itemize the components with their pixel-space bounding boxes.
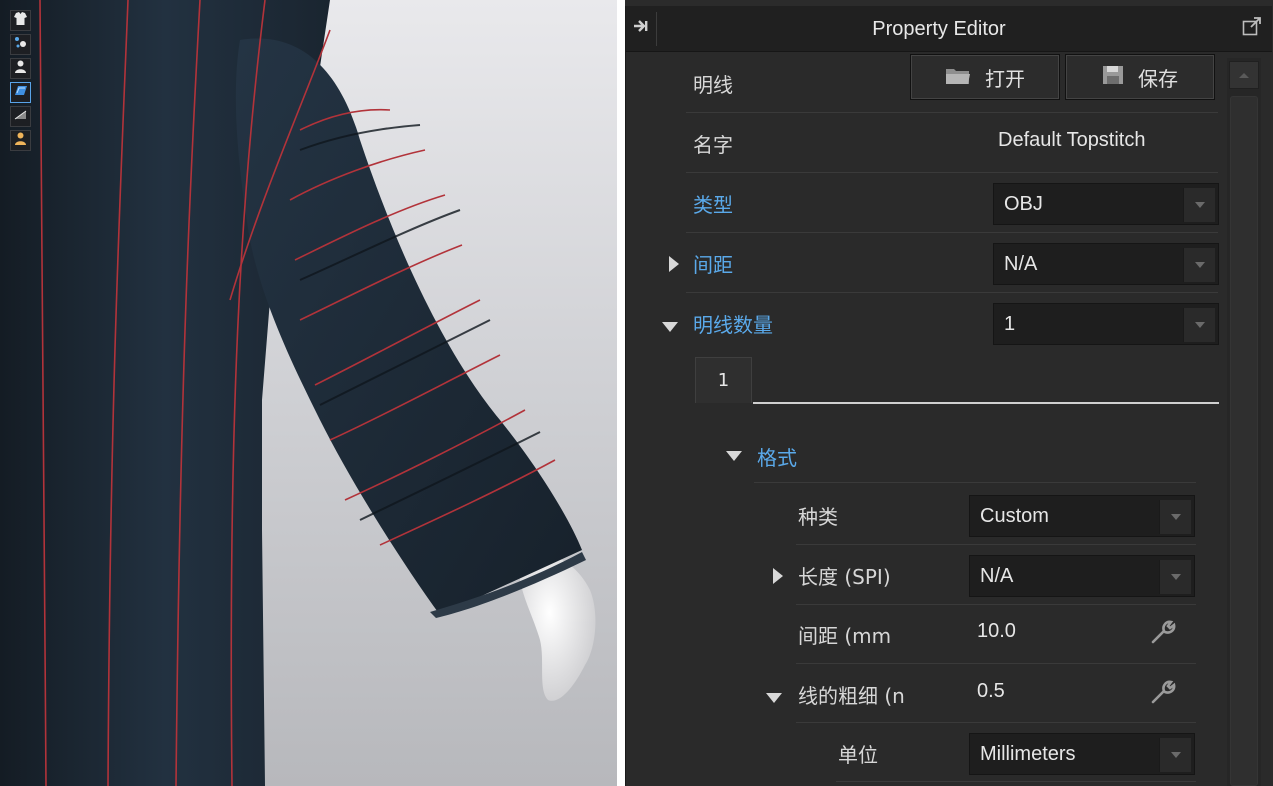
unit-value: Millimeters [980,743,1076,765]
wrench-icon[interactable] [1150,619,1176,649]
floppy-disk-icon [1102,65,1124,90]
chevron-down-icon [1159,738,1191,772]
row-divider [796,544,1196,545]
row-divider [686,112,1218,113]
popout-icon[interactable] [1242,16,1262,40]
chevron-down-icon [1159,500,1191,534]
thread-thickness-value[interactable]: 0.5 [977,680,1005,703]
row-divider [686,172,1218,173]
row-divider [686,232,1218,233]
open-button[interactable]: 打开 [910,54,1060,100]
row-divider [686,292,1218,293]
scroll-up-button[interactable] [1229,61,1259,89]
type-value: OBJ [1004,193,1043,215]
name-label: 名字 [693,133,733,157]
kind-value: Custom [980,505,1049,527]
chevron-down-icon [1183,188,1215,222]
row-divider [796,722,1196,723]
spacing-dropdown[interactable]: N/A [993,243,1219,285]
panel-title: Property Editor [872,18,1006,40]
texture-surface-icon [13,83,28,102]
spacing-value: N/A [1004,253,1038,275]
section-label: 明线 [693,73,733,97]
wrench-icon[interactable] [1150,679,1176,709]
gap-label: 间距 (mm [798,624,892,648]
save-button-label: 保存 [1138,66,1178,91]
avatar-points-icon [13,35,28,54]
wireframe-button[interactable] [10,106,31,127]
length-dropdown[interactable]: N/A [969,555,1195,597]
topstitch-count-value: 1 [1004,313,1016,335]
collapse-arrow-icon[interactable] [726,447,742,466]
kind-dropdown[interactable]: Custom [969,495,1195,537]
type-label: 类型 [693,193,733,217]
3d-viewport[interactable] [0,0,617,786]
chevron-down-icon [1183,248,1215,282]
skin-avatar-button[interactable] [10,130,31,151]
folder-icon [945,65,971,90]
garment-icon [13,11,28,30]
row-divider [754,482,1196,483]
length-label: 长度 (SPI) [798,565,891,589]
unit-label: 单位 [838,743,878,767]
viewport-toolbar [10,10,32,151]
row-divider [836,781,1196,782]
expand-arrow-icon[interactable] [772,568,784,588]
row-divider [796,663,1196,664]
scroll-thumb[interactable] [1230,96,1258,786]
wireframe-icon [13,107,28,126]
unit-dropdown[interactable]: Millimeters [969,733,1195,775]
spacing-label: 间距 [693,253,733,277]
chevron-down-icon [1183,308,1215,342]
avatar-display-button[interactable] [10,58,31,79]
garment-render [0,0,596,786]
thread-thickness-label: 线的粗细 (n [798,684,905,708]
chevron-down-icon [1159,560,1191,594]
tab-underline [753,402,1219,404]
skin-avatar-icon [13,131,28,150]
name-value[interactable]: Default Topstitch [998,129,1146,152]
collapse-arrow-icon[interactable] [766,689,782,708]
open-button-label: 打开 [985,66,1025,91]
texture-surface-button[interactable] [10,82,31,103]
property-editor-body: Property Editor 明线 打开 保存 名字 Default Tops… [625,6,1272,786]
save-button[interactable]: 保存 [1065,54,1215,100]
expand-arrow-icon[interactable] [668,256,680,276]
collapse-arrow-icon[interactable] [662,318,678,337]
avatar-icon [13,59,28,78]
format-label: 格式 [757,446,797,470]
length-value: N/A [980,565,1014,587]
topstitch-count-label: 明线数量 [693,313,773,337]
property-editor-panel: Property Editor 明线 打开 保存 名字 Default Tops… [617,0,1273,786]
type-dropdown[interactable]: OBJ [993,183,1219,225]
panel-header: Property Editor [626,6,1272,52]
kind-label: 种类 [798,505,838,529]
gap-value[interactable]: 10.0 [977,620,1016,643]
row-divider [796,604,1196,605]
garment-display-button[interactable] [10,10,31,31]
tab-topstitch-1[interactable]: 1 [695,357,752,403]
vertical-scrollbar[interactable] [1227,58,1261,786]
topstitch-count-dropdown[interactable]: 1 [993,303,1219,345]
avatar-points-button[interactable] [10,34,31,55]
